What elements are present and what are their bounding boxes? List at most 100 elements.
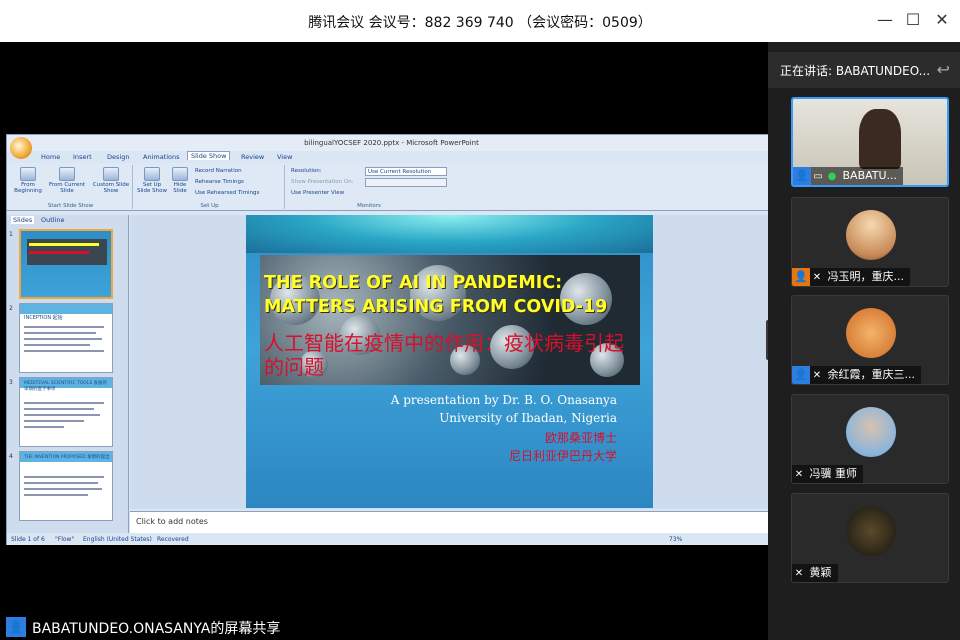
slide-thumbnail[interactable]: THE INVENTION PROPOSED 发明的提出 [19, 451, 113, 521]
mic-muted-icon: ✕ [794, 568, 804, 579]
hide-slide-button[interactable]: Hide Slide [169, 167, 191, 194]
from-beginning-label: From Beginning [14, 182, 42, 194]
current-slide[interactable]: THE ROLE OF AI IN PANDEMIC: MATTERS ARIS… [246, 215, 653, 508]
user-icon: 👤 [6, 617, 26, 637]
participant-name-bar: 👤 ✕ 余红霞，重庆三... [792, 366, 921, 384]
text-line [24, 414, 100, 416]
text-line [24, 326, 104, 328]
tab-design[interactable]: Design [107, 153, 129, 161]
setup-show-button[interactable]: Set Up Slide Show [137, 167, 167, 194]
show-on-select[interactable] [365, 178, 447, 187]
hide-slide-label: Hide Slide [173, 182, 187, 194]
participant-name: 黄颖 [809, 566, 832, 579]
text-line [24, 476, 104, 478]
participant-tile[interactable]: 👤 ✕ 余红霞，重庆三... [791, 295, 949, 385]
slide-header-band [246, 215, 653, 253]
use-rehearsed-checkbox[interactable]: Use Rehearsed Timings [195, 190, 259, 196]
window-titlebar: 腾讯会议 会议号：882 369 740 （会议密码：0509） — ☐ ✕ [0, 0, 960, 42]
screen-share-bar: 👤 BABATUNDEO.ONASANYA的屏幕共享 [0, 614, 768, 640]
thumbnail-header [20, 304, 112, 314]
text-line [24, 402, 104, 404]
tab-view[interactable]: View [277, 153, 292, 161]
tab-review[interactable]: Review [241, 153, 264, 161]
participant-tile[interactable]: 👤 ▭ ● BABATU... [791, 97, 949, 187]
text-line [24, 408, 94, 410]
avatar [846, 407, 896, 457]
tab-slide-show[interactable]: Slide Show [187, 151, 231, 160]
ribbon-tabs: Home Insert Design Animations Slide Show… [7, 151, 776, 163]
rehearse-timings-button[interactable]: Rehearse Timings [195, 179, 244, 185]
text-line [24, 482, 98, 484]
powerpoint-window: bilingualYOCSEF 2020.pptx - Microsoft Po… [6, 134, 777, 545]
slide-thumbnail[interactable]: INCEPTION 起始 [19, 303, 113, 373]
participant-name: 余红霞，重庆三... [827, 368, 916, 381]
tab-animations[interactable]: Animations [143, 153, 180, 161]
participant-tile[interactable]: ✕ 冯骥 重师 [791, 394, 949, 484]
tab-outline[interactable]: Outline [41, 216, 65, 224]
slides-pane: Slides Outline 1 2 INCEPTION 起始 3 MEDITE… [7, 215, 129, 533]
participant-name: 冯骥 重师 [809, 467, 858, 480]
speaking-indicator: 正在讲话: BABATUNDEO.... ↩ [768, 52, 960, 88]
text-line [24, 350, 104, 352]
text-line [24, 332, 96, 334]
minimize-button[interactable]: — [876, 11, 894, 29]
participant-name-bar: 👤 ▭ ● BABATU... [793, 167, 904, 185]
setup-icon [144, 167, 160, 181]
slide-workspace: THE ROLE OF AI IN PANDEMIC: MATTERS ARIS… [130, 215, 770, 509]
resolution-select[interactable]: Use Current Resolution [365, 167, 447, 176]
avatar [846, 210, 896, 260]
text-line [24, 494, 88, 496]
maximize-button[interactable]: ☐ [904, 11, 922, 29]
participant-name: 冯玉明，重庆... [827, 270, 905, 283]
from-current-label: From Current Slide [48, 182, 86, 194]
custom-show-button[interactable]: Custom Slide Show [91, 167, 131, 194]
zoom-level[interactable]: 73% [669, 536, 682, 543]
record-narration-button[interactable]: Record Narration [195, 168, 242, 174]
thumbnail-heading: INCEPTION 起始 [24, 315, 63, 321]
thumb-number: 4 [9, 453, 13, 460]
from-beginning-button[interactable]: From Beginning [11, 167, 45, 194]
text-line [24, 488, 102, 490]
presenter-view-checkbox[interactable]: Use Presenter View [291, 190, 344, 196]
thumbnail-title-line [29, 251, 89, 254]
participant-name-bar: ✕ 黄颖 [792, 564, 838, 582]
reply-arrow-icon[interactable]: ↩ [937, 60, 950, 79]
status-bar: Slide 1 of 6 "Flow" English (United Stat… [7, 534, 776, 545]
from-current-button[interactable]: From Current Slide [47, 167, 87, 194]
recovered-status: Recovered [157, 536, 189, 543]
text-line [24, 344, 90, 346]
meeting-title: 腾讯会议 会议号：882 369 740 （会议密码：0509） [308, 15, 652, 31]
slideshow-current-icon [59, 167, 75, 181]
avatar [846, 308, 896, 358]
tab-home[interactable]: Home [41, 153, 60, 161]
slideshow-play-icon [20, 167, 36, 181]
resolution-label: Resolution: [291, 168, 322, 174]
thumbnail-heading: THE INVENTION PROPOSED 发明的提出 [24, 455, 110, 460]
ribbon: From Beginning From Current Slide Custom… [7, 163, 776, 211]
thumb-number: 2 [9, 305, 13, 312]
participant-tile[interactable]: 👤 ✕ 冯玉明，重庆... [791, 197, 949, 287]
slide-thumbnail[interactable] [19, 229, 113, 299]
tab-insert[interactable]: Insert [73, 153, 92, 161]
thumb-number: 3 [9, 379, 13, 386]
mic-muted-icon: ✕ [812, 272, 822, 283]
tab-slides[interactable]: Slides [11, 216, 35, 224]
mic-muted-icon: ✕ [794, 469, 804, 480]
notes-pane[interactable]: Click to add notes [130, 511, 770, 533]
speaking-label: 正在讲话: BABATUNDEO.... [780, 64, 930, 78]
participant-name-bar: ✕ 冯骥 重师 [792, 465, 863, 483]
slide-thumbnail[interactable]: MEDITEVAL SCIENTIFIC TOOLS 发展的早期的医学事项 [19, 377, 113, 447]
close-button[interactable]: ✕ [933, 11, 951, 29]
presenter-chinese-text: 欧那桑亚博士 [544, 431, 617, 445]
text-line [24, 338, 102, 340]
user-icon: 👤 [792, 268, 810, 286]
user-icon: 👤 [792, 366, 810, 384]
participant-name: BABATU... [842, 169, 898, 182]
custom-show-icon [103, 167, 119, 181]
participant-tile[interactable]: ✕ 黄颖 [791, 493, 949, 583]
pane-tabs: Slides Outline [7, 215, 128, 225]
group-start-slide-show: From Beginning From Current Slide Custom… [9, 165, 133, 209]
screen-share-label: BABATUNDEO.ONASANYA的屏幕共享 [32, 621, 281, 637]
language-status: English (United States) [83, 536, 152, 543]
slide-title-english: THE ROLE OF AI IN PANDEMIC: MATTERS ARIS… [264, 273, 608, 317]
